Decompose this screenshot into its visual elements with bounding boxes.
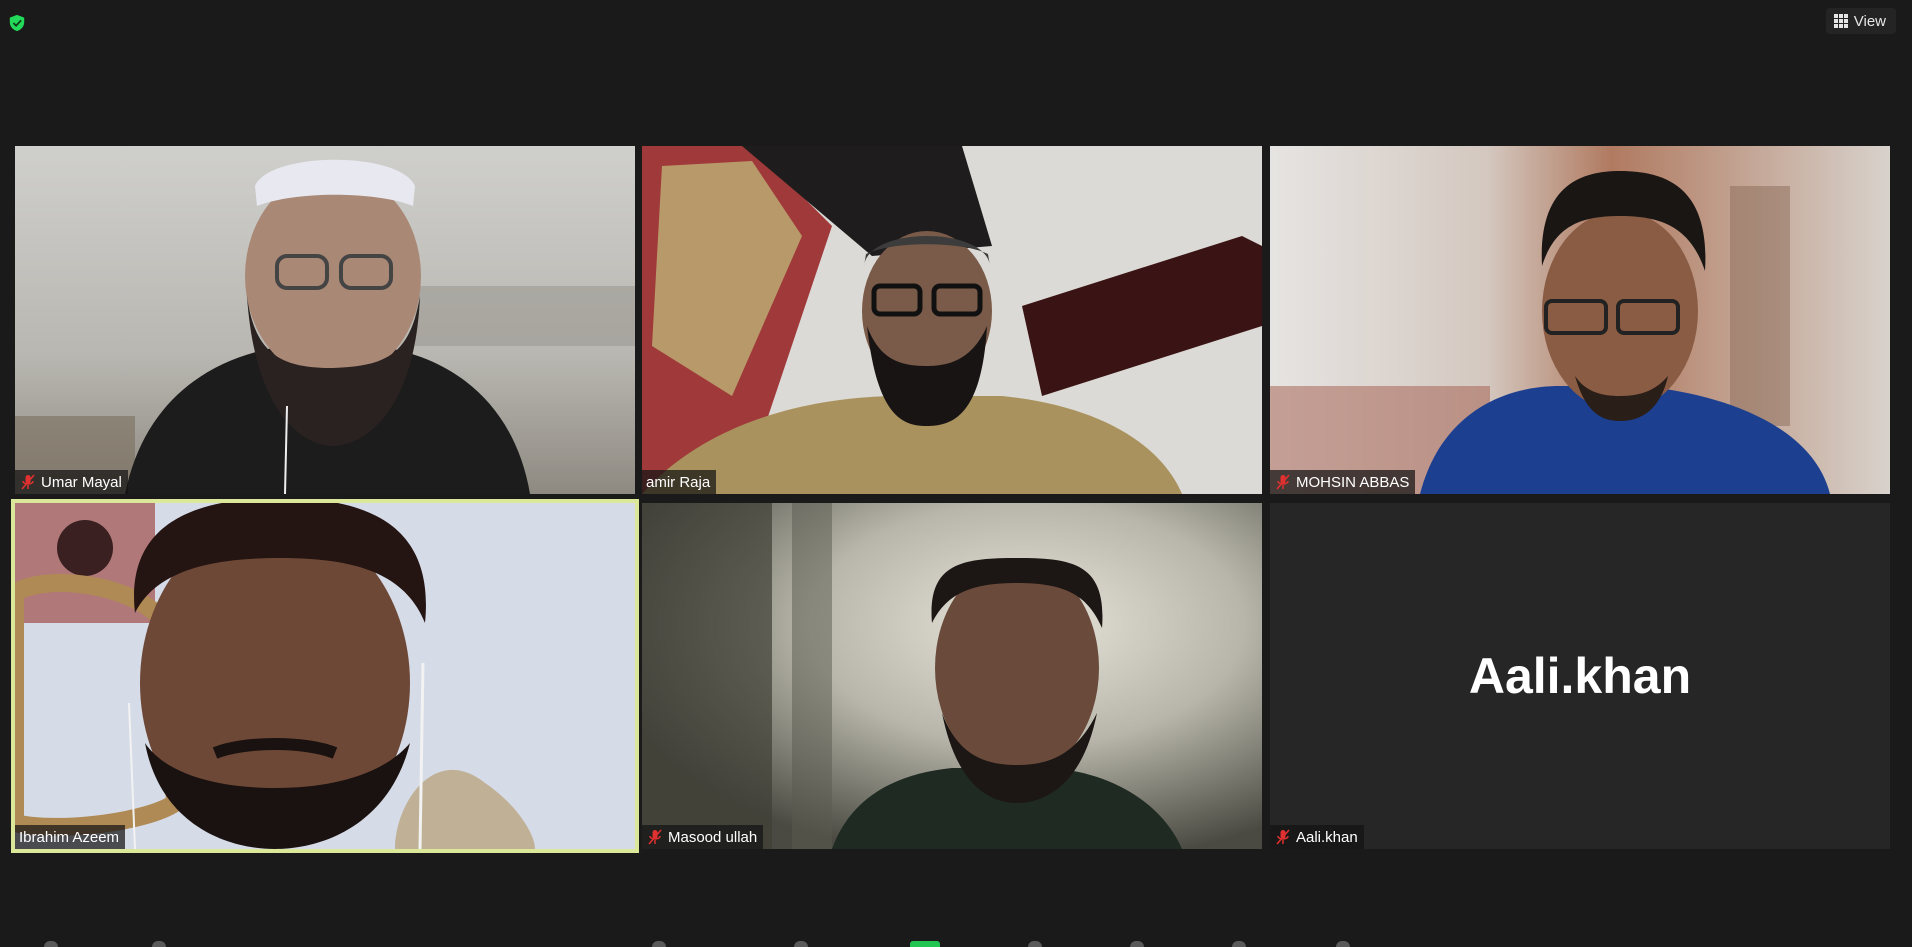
shield-icon[interactable] — [8, 14, 26, 32]
participant-nametag: Aali.khan — [1270, 825, 1364, 849]
participant-display-name: Aali.khan — [1468, 648, 1692, 704]
participant-video — [15, 146, 635, 494]
participant-video — [15, 503, 635, 849]
toolbar-button-hint[interactable] — [910, 941, 940, 947]
participant-video — [1270, 146, 1890, 494]
participant-video — [642, 146, 1262, 494]
participant-name: Umar Mayal — [41, 473, 122, 491]
muted-mic-icon — [21, 474, 35, 490]
grid-icon — [1833, 14, 1848, 28]
muted-mic-icon — [1276, 829, 1290, 845]
participant-nametag: Umar Mayal — [15, 470, 128, 494]
participant-nametag: Ibrahim Azeem — [15, 825, 126, 849]
toolbar-button-hint[interactable] — [1336, 941, 1350, 947]
toolbar-button-hint[interactable] — [1130, 941, 1144, 947]
toolbar-button-hint[interactable] — [152, 941, 166, 947]
participant-name: Ibrahim Azeem — [19, 828, 120, 846]
participant-name: Masood ullah — [668, 828, 758, 846]
muted-mic-icon — [1276, 474, 1290, 490]
participant-nametag: Masood ullah — [642, 825, 764, 849]
view-button-label: View — [1853, 12, 1886, 30]
toolbar-button-hint[interactable] — [1028, 941, 1042, 947]
toolbar-button-hint[interactable] — [1232, 941, 1246, 947]
muted-mic-icon — [648, 829, 662, 845]
participant-name: amir Raja — [646, 473, 711, 491]
video-tile-masood-ullah[interactable]: Masood ullah — [642, 503, 1262, 849]
meeting-window: View Umar Mayal amir Raja MOHSIN ABBAS I… — [0, 0, 1912, 947]
video-tile-mohsin-abbas[interactable]: MOHSIN ABBAS — [1270, 146, 1890, 494]
video-tile-ibrahim-azeem[interactable]: Ibrahim Azeem — [11, 499, 639, 853]
toolbar-button-hint[interactable] — [794, 941, 808, 947]
participant-name: MOHSIN ABBAS — [1296, 473, 1410, 491]
view-button[interactable]: View — [1825, 8, 1896, 34]
toolbar-button-hint[interactable] — [652, 941, 666, 947]
toolbar-button-hint[interactable] — [44, 941, 58, 947]
participant-video — [642, 503, 1262, 849]
participant-nametag: MOHSIN ABBAS — [1270, 470, 1416, 494]
meeting-toolbar — [0, 937, 1912, 947]
participant-nametag: amir Raja — [642, 470, 717, 494]
video-tile-umar-mayal[interactable]: Umar Mayal — [15, 146, 635, 494]
video-tile-aali-khan[interactable]: Aali.khan Aali.khan — [1270, 503, 1890, 849]
video-tile-amir-raja[interactable]: amir Raja — [642, 146, 1262, 494]
participant-name: Aali.khan — [1296, 828, 1358, 846]
